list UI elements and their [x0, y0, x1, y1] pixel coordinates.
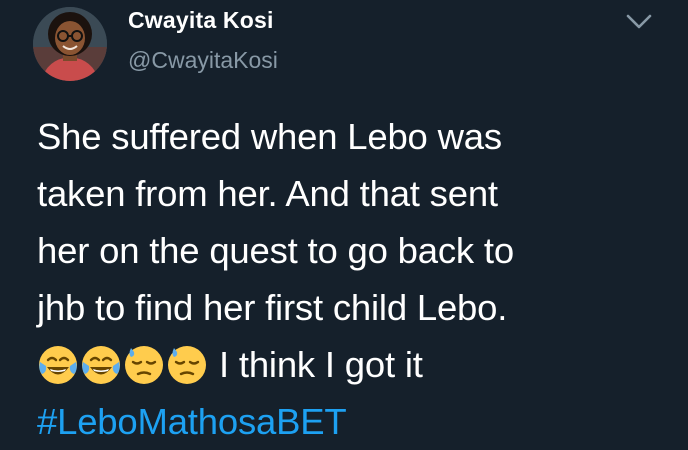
- tweet-text-line: jhb to find her first child Lebo.: [37, 287, 508, 328]
- hashtag-link[interactable]: #LeboMathosaBET: [37, 393, 667, 450]
- downcast-sweat-emoji: [123, 344, 165, 386]
- avatar-image: [33, 7, 107, 81]
- tweet-text-line: I think I got it: [219, 344, 423, 385]
- tweet-text-line: taken from her. And that sent: [37, 173, 498, 214]
- tweet-text-line: She suffered when Lebo was: [37, 116, 502, 157]
- downcast-sweat-emoji: [166, 344, 208, 386]
- tweet-text: She suffered when Lebo was taken from he…: [37, 108, 667, 450]
- user-handle[interactable]: @CwayitaKosi: [128, 47, 278, 74]
- avatar[interactable]: [33, 7, 107, 81]
- chevron-down-icon[interactable]: [625, 11, 653, 33]
- tears-of-joy-emoji: [37, 344, 79, 386]
- display-name[interactable]: Cwayita Kosi: [128, 7, 274, 34]
- tweet-text-line: her on the quest to go back to: [37, 230, 514, 271]
- tears-of-joy-emoji: [80, 344, 122, 386]
- emoji-row: I think I got it: [37, 336, 667, 393]
- tweet-card: Cwayita Kosi @CwayitaKosi She suffered w…: [0, 0, 688, 449]
